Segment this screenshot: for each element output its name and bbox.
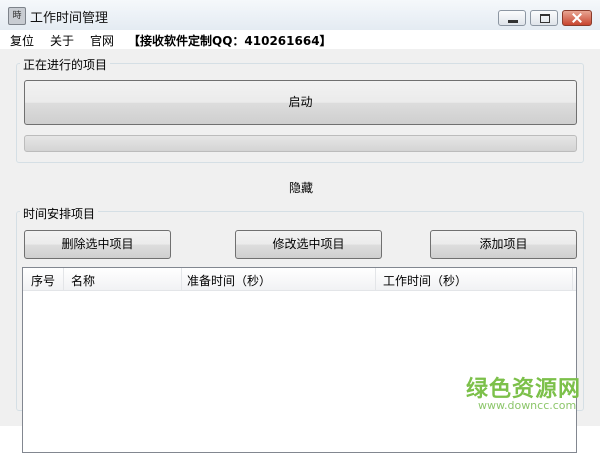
column-divider[interactable] [181, 268, 182, 290]
menu-website[interactable]: 官网 [90, 32, 114, 49]
menu-bar: 复位 关于 官网 【接收软件定制QQ：410261664】 [0, 30, 600, 49]
minimize-button[interactable] [498, 10, 526, 26]
running-group-title: 正在进行的项目 [20, 56, 111, 73]
maximize-button[interactable] [530, 10, 558, 26]
progress-bar [24, 135, 577, 152]
watermark-url: www.downcc.com [478, 399, 577, 412]
client-area: 正在进行的项目 启动 隐藏 时间安排项目 删除选中项目 修改选中项目 添加项目 … [0, 49, 600, 453]
app-icon: 時 [8, 7, 26, 25]
schedule-list[interactable]: 序号 名称 准备时间（秒） 工作时间（秒） [22, 267, 577, 453]
menu-reset[interactable]: 复位 [10, 32, 34, 49]
menu-about[interactable]: 关于 [50, 32, 74, 49]
title-bar[interactable]: 時 工作时间管理 [0, 0, 600, 31]
column-header-prep-time[interactable]: 准备时间（秒） [187, 272, 271, 289]
add-item-button[interactable]: 添加项目 [430, 230, 577, 259]
schedule-group-title: 时间安排项目 [20, 205, 99, 222]
close-button[interactable] [562, 10, 592, 26]
window-title: 工作时间管理 [30, 11, 109, 26]
hide-toggle[interactable]: 隐藏 [289, 179, 313, 196]
start-button[interactable]: 启动 [24, 80, 577, 125]
list-header: 序号 名称 准备时间（秒） 工作时间（秒） [23, 268, 576, 291]
column-header-index[interactable]: 序号 [31, 272, 55, 289]
column-divider[interactable] [375, 268, 376, 290]
menu-contact[interactable]: 【接收软件定制QQ：410261664】 [128, 32, 332, 49]
column-divider[interactable] [63, 268, 64, 290]
column-divider[interactable] [572, 268, 573, 290]
delete-selected-button[interactable]: 删除选中项目 [24, 230, 171, 259]
column-header-name[interactable]: 名称 [71, 272, 95, 289]
modify-selected-button[interactable]: 修改选中项目 [235, 230, 382, 259]
column-header-work-time[interactable]: 工作时间（秒） [383, 272, 467, 289]
